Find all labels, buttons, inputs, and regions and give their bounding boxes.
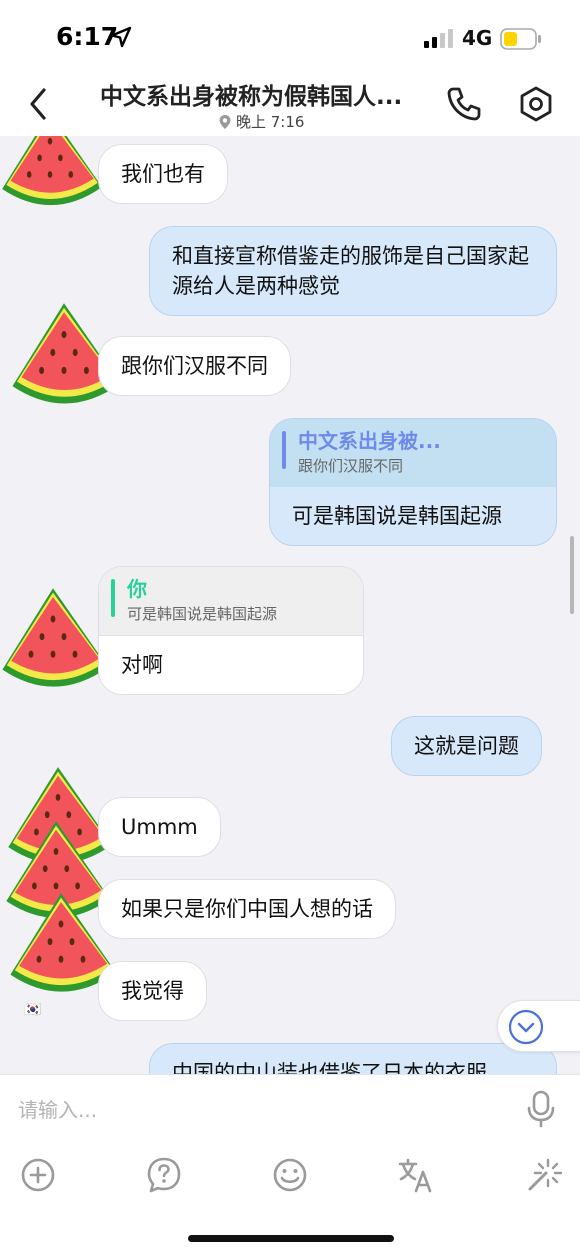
watermelon-avatar-icon[interactable]: [0, 136, 102, 214]
chat-title[interactable]: 中文系出身被称为假韩国人...: [100, 77, 420, 111]
status-time: 6:17: [56, 22, 119, 51]
composer: [0, 1074, 580, 1255]
chat-local-time: 晚上 7:16: [236, 113, 305, 131]
message-bubble-incoming[interactable]: 我觉得: [98, 961, 207, 1021]
phone-icon[interactable]: [444, 84, 484, 124]
battery-icon: [500, 28, 541, 50]
reply-text: 对啊: [121, 653, 163, 677]
message-bubble-incoming[interactable]: 如果只是你们中国人想的话: [98, 879, 396, 939]
location-arrow-icon: [110, 26, 132, 48]
chat-message-list[interactable]: 我们也有 和直接宣称借鉴走的服饰是自己国家起源给人是两种感觉 跟你们汉服不同 中…: [0, 136, 580, 1074]
quote-text: 可是韩国说是韩国起源: [127, 605, 278, 623]
settings-gear-icon[interactable]: [516, 84, 556, 124]
message-bubble-outgoing[interactable]: 这就是问题: [391, 716, 542, 776]
microphone-icon[interactable]: [524, 1089, 558, 1129]
question-bubble-icon[interactable]: [144, 1155, 184, 1195]
watermelon-avatar-icon[interactable]: [0, 578, 108, 704]
home-indicator[interactable]: [188, 1235, 394, 1242]
signal-icon: [424, 29, 453, 48]
status-bar: 6:17 4G: [0, 0, 580, 74]
quote-accent-bar: [282, 431, 286, 469]
quote-preview[interactable]: 你 可是韩国说是韩国起源: [99, 567, 363, 636]
message-bubble-outgoing[interactable]: 中国的中山装也借鉴了日本的衣服: [149, 1043, 557, 1074]
scroll-indicator[interactable]: [570, 536, 574, 614]
quote-author: 中文系出身被...: [298, 429, 441, 453]
network-label: 4G: [462, 26, 493, 50]
chat-header: 中文系出身被称为假韩国人... 晚上 7:16: [0, 74, 580, 136]
message-bubble-outgoing[interactable]: 和直接宣称借鉴走的服饰是自己国家起源给人是两种感觉: [149, 226, 557, 316]
chat-subtitle: 晚上 7:16: [218, 111, 304, 132]
quote-accent-bar: [111, 579, 115, 617]
message-input[interactable]: [18, 1093, 498, 1127]
emoji-smile-icon[interactable]: [270, 1155, 310, 1195]
magic-wand-icon[interactable]: [522, 1155, 562, 1195]
quoted-reply-outgoing[interactable]: 中文系出身被... 跟你们汉服不同 可是韩国说是韩国起源: [269, 418, 557, 546]
chevron-down-circle-icon: [508, 1009, 544, 1045]
message-bubble-incoming[interactable]: Ummm: [98, 797, 221, 857]
location-pin-icon: [219, 114, 231, 129]
back-arrow-icon[interactable]: [24, 84, 54, 124]
korea-flag-icon: 🇰🇷: [24, 1002, 42, 1018]
message-bubble-incoming[interactable]: 我们也有: [98, 144, 228, 204]
translate-icon[interactable]: [396, 1155, 436, 1195]
reply-text: 可是韩国说是韩国起源: [292, 504, 502, 528]
quoted-reply-incoming[interactable]: 你 可是韩国说是韩国起源 对啊: [98, 566, 364, 695]
quote-preview[interactable]: 中文系出身被... 跟你们汉服不同: [270, 419, 556, 487]
quote-author: 你: [127, 577, 147, 601]
quote-text: 跟你们汉服不同: [298, 457, 404, 475]
message-bubble-incoming[interactable]: 跟你们汉服不同: [98, 336, 291, 396]
plus-circle-icon[interactable]: [18, 1155, 58, 1195]
scroll-to-bottom-button[interactable]: [497, 1000, 580, 1052]
